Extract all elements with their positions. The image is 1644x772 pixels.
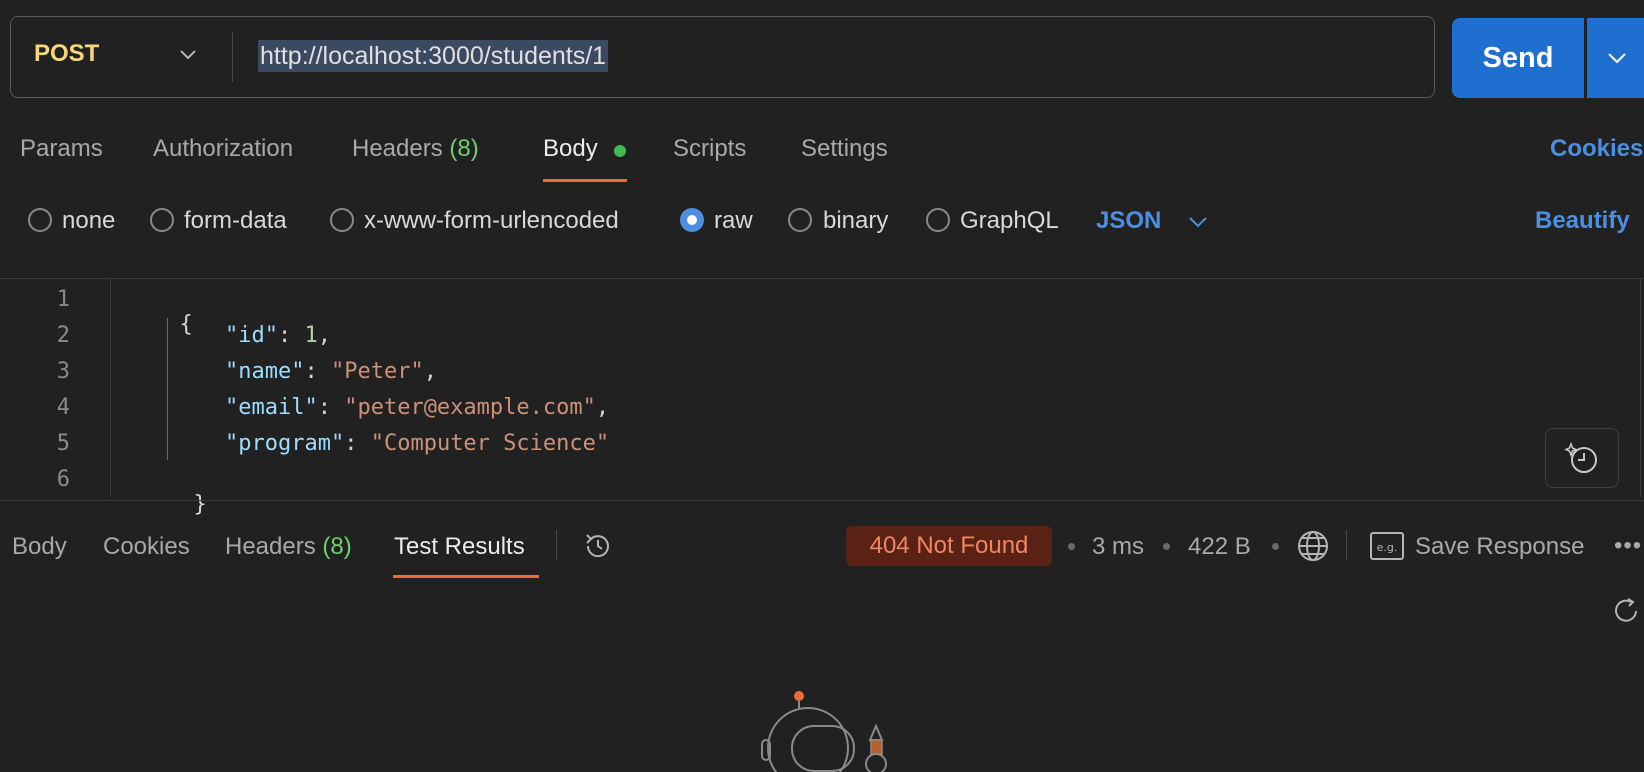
url-bar [10,16,1435,98]
line-number: 1 [56,287,70,312]
radio-binary-label[interactable]: binary [823,207,888,235]
line-number: 2 [56,323,70,348]
code-key: "email" [225,395,318,420]
divider [556,530,557,560]
ai-assist-icon [1564,441,1597,473]
status-badge[interactable]: 404 Not Found [846,526,1052,566]
editor-bottom-border [0,500,1644,501]
more-options-button[interactable]: ••• [1614,532,1642,560]
response-tab-cookies[interactable]: Cookies [103,533,190,561]
editor-top-border [0,278,1644,279]
radio-none[interactable] [28,208,52,232]
chevron-down-icon[interactable] [1187,212,1209,232]
response-tab-body[interactable]: Body [12,533,67,561]
body-format-select[interactable]: JSON [1096,207,1161,235]
line-number: 5 [56,431,70,456]
radio-raw-label[interactable]: raw [714,207,753,235]
line-number: 6 [56,467,70,492]
response-tab-headers[interactable]: Headers (8) [225,533,352,561]
tab-body[interactable]: Body [543,135,598,163]
chevron-down-icon [1608,53,1626,64]
divider [1346,530,1347,560]
active-tab-indicator [543,179,627,182]
radio-raw[interactable] [680,208,704,232]
radio-graphql[interactable] [926,208,950,232]
separator-dot [1272,543,1279,550]
send-options-button[interactable] [1587,18,1644,98]
astronaut-illustration [761,691,887,772]
example-icon[interactable]: e.g. [1370,531,1404,561]
code-value: "Peter" [330,359,424,384]
radio-none-label[interactable]: none [62,207,115,235]
tab-scripts[interactable]: Scripts [673,135,746,163]
beautify-button[interactable]: Beautify [1535,207,1630,235]
radio-form-data[interactable] [150,208,174,232]
url-divider [232,32,233,82]
code-key: "name" [225,359,305,384]
line-number: 3 [56,359,70,384]
body-modified-dot [614,145,626,157]
code-token: } [193,492,207,517]
indent-guide [167,318,168,460]
chevron-down-icon[interactable] [178,44,198,64]
code-line[interactable]: { [153,287,193,337]
code-value: "peter@example.com" [344,395,596,420]
tab-params[interactable]: Params [20,135,103,163]
cookies-link[interactable]: Cookies [1550,135,1643,163]
response-tab-headers-count: (8) [322,533,352,560]
response-tab-headers-label: Headers [225,533,316,560]
radio-urlencoded[interactable] [330,208,354,232]
radio-form-data-label[interactable]: form-data [184,207,287,235]
separator-dot [1163,543,1170,550]
tab-authorization[interactable]: Authorization [153,135,293,163]
code-line[interactable]: } [167,467,207,517]
code-line[interactable]: "name": "Peter", [225,359,437,384]
code-line[interactable]: "program": "Computer Science" [225,431,609,456]
tab-headers[interactable]: Headers (8) [352,135,479,163]
url-input[interactable]: http://localhost:3000/students/1 [258,40,609,72]
refresh-icon[interactable] [1612,596,1642,626]
method-select[interactable]: POST [34,40,99,68]
editor-gutter-divider [110,279,111,497]
history-icon[interactable] [582,530,614,562]
response-time[interactable]: 3 ms [1092,533,1144,561]
code-line[interactable]: "id": 1, [225,323,331,348]
editor-scrollbar[interactable] [1640,279,1641,497]
separator-dot [1068,543,1075,550]
tab-headers-label: Headers [352,135,443,162]
code-line[interactable]: "email": "peter@example.com", [225,395,609,420]
radio-graphql-label[interactable]: GraphQL [960,207,1059,235]
response-size[interactable]: 422 B [1188,533,1251,561]
code-key: "program" [225,431,345,456]
tab-settings[interactable]: Settings [801,135,888,163]
globe-icon[interactable] [1296,529,1330,563]
active-response-tab-indicator [393,575,539,578]
send-button[interactable]: Send [1452,18,1584,98]
svg-text:e.g.: e.g. [1377,541,1398,554]
ai-assist-button[interactable] [1545,428,1619,488]
code-key: "id" [225,323,278,348]
code-value: "Computer Science" [370,431,610,456]
tab-headers-count: (8) [449,135,479,162]
line-number: 4 [56,395,70,420]
code-value: 1 [304,323,318,348]
radio-urlencoded-label[interactable]: x-www-form-urlencoded [364,207,619,235]
save-response-button[interactable]: Save Response [1415,533,1584,561]
response-tab-test-results[interactable]: Test Results [394,533,525,561]
code-token: { [179,312,193,337]
radio-binary[interactable] [788,208,812,232]
